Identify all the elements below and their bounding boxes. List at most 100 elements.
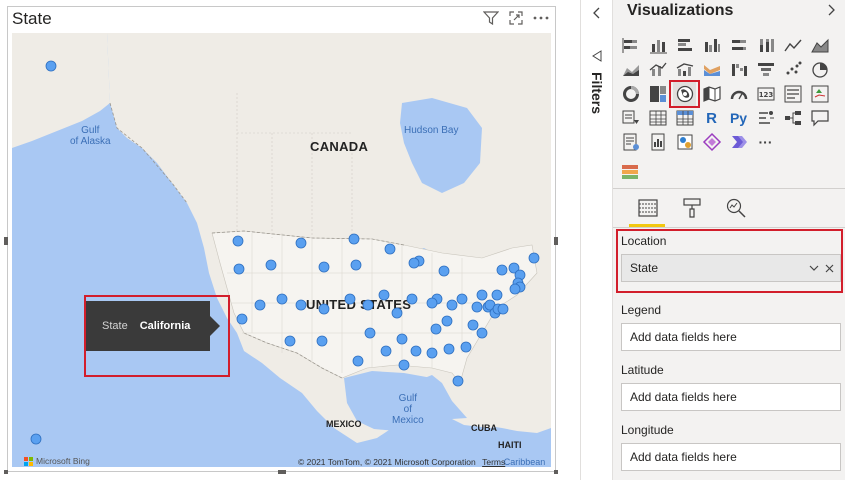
- map-point[interactable]: [348, 233, 360, 245]
- power-apps-icon[interactable]: [700, 130, 723, 154]
- map-point[interactable]: [408, 257, 420, 269]
- map-point[interactable]: [452, 375, 464, 387]
- resize-handle-right[interactable]: [554, 237, 558, 245]
- map-point[interactable]: [316, 335, 328, 347]
- pie-chart-icon[interactable]: [808, 58, 831, 82]
- multirow-card-icon[interactable]: [781, 82, 804, 106]
- map-point[interactable]: [233, 263, 245, 275]
- resize-handle-left[interactable]: [4, 237, 8, 245]
- map-point[interactable]: [45, 60, 57, 72]
- focus-mode-icon[interactable]: [509, 11, 523, 25]
- map-point[interactable]: [406, 293, 418, 305]
- map-point[interactable]: [476, 289, 488, 301]
- card-icon[interactable]: 123: [754, 82, 777, 106]
- legend-field[interactable]: Add data fields here: [621, 323, 841, 351]
- map-point[interactable]: [446, 299, 458, 311]
- donut-icon[interactable]: [619, 82, 642, 106]
- funnel-icon[interactable]: [754, 58, 777, 82]
- map-point[interactable]: [236, 313, 248, 325]
- gauge-icon[interactable]: [727, 82, 750, 106]
- treemap-icon[interactable]: [646, 82, 669, 106]
- map-point[interactable]: [441, 315, 453, 327]
- map-point[interactable]: [443, 343, 455, 355]
- map-point[interactable]: [364, 327, 376, 339]
- map-point[interactable]: [476, 327, 488, 339]
- tab-fields[interactable]: [635, 196, 661, 220]
- power-automate-icon[interactable]: [727, 130, 750, 154]
- map-point[interactable]: [295, 299, 307, 311]
- terms-link[interactable]: Terms: [482, 457, 505, 467]
- map-point[interactable]: [471, 301, 483, 313]
- map-point[interactable]: [396, 333, 408, 345]
- map-point[interactable]: [265, 259, 277, 271]
- map-point[interactable]: [276, 293, 288, 305]
- slicer-icon[interactable]: [619, 106, 642, 130]
- map-point[interactable]: [254, 299, 266, 311]
- area-chart-icon[interactable]: [808, 34, 831, 58]
- smart-narrative-icon[interactable]: [619, 130, 642, 154]
- map-canvas[interactable]: Gulf of Alaska Hudson Bay CANADA UNITED …: [12, 33, 551, 467]
- arcgis-icon[interactable]: [673, 130, 696, 154]
- collapse-chevron-icon[interactable]: [592, 6, 602, 20]
- python-visual-icon[interactable]: Py: [727, 106, 750, 130]
- map-point[interactable]: [295, 237, 307, 249]
- line-clustered-icon[interactable]: [673, 58, 696, 82]
- more-icon[interactable]: ···: [754, 130, 777, 154]
- map-point[interactable]: [380, 345, 392, 357]
- line-chart-icon[interactable]: [781, 34, 804, 58]
- map-point[interactable]: [491, 289, 503, 301]
- ribbon-chart-icon[interactable]: [700, 58, 723, 82]
- clustered-bar-icon[interactable]: [673, 34, 696, 58]
- map-point[interactable]: [318, 303, 330, 315]
- map-point[interactable]: [30, 433, 42, 445]
- clustered-column-icon[interactable]: [700, 34, 723, 58]
- stacked-bar-icon[interactable]: [619, 34, 642, 58]
- map-point[interactable]: [430, 323, 442, 335]
- kpi-icon[interactable]: [808, 82, 831, 106]
- more-options-icon[interactable]: [533, 16, 549, 20]
- map-point[interactable]: [344, 293, 356, 305]
- filters-label[interactable]: Filters: [589, 72, 605, 114]
- qa-icon[interactable]: [808, 106, 831, 130]
- map-point[interactable]: [496, 264, 508, 276]
- map-point[interactable]: [362, 299, 374, 311]
- key-influencers-icon[interactable]: [754, 106, 777, 130]
- map-point[interactable]: [426, 347, 438, 359]
- map-point[interactable]: [384, 243, 396, 255]
- expand-chevron-icon[interactable]: [827, 4, 835, 16]
- collapse-filters-icon[interactable]: [592, 50, 602, 62]
- resize-handle-bottom[interactable]: [278, 470, 286, 474]
- map-point[interactable]: [350, 259, 362, 271]
- line-column-icon[interactable]: [646, 58, 669, 82]
- map-point[interactable]: [232, 235, 244, 247]
- map-point[interactable]: [497, 303, 509, 315]
- map-point[interactable]: [467, 319, 479, 331]
- filled-map-icon[interactable]: [700, 82, 723, 106]
- resize-handle-bottom-right[interactable]: [554, 470, 558, 474]
- map-point[interactable]: [426, 297, 438, 309]
- latitude-field[interactable]: Add data fields here: [621, 383, 841, 411]
- map-point[interactable]: [460, 341, 472, 353]
- waterfall-icon[interactable]: [727, 58, 750, 82]
- resize-handle-bottom-left[interactable]: [4, 470, 8, 474]
- map-point[interactable]: [378, 289, 390, 301]
- 100-column-icon[interactable]: [754, 34, 777, 58]
- tab-analytics[interactable]: [723, 196, 749, 220]
- longitude-field[interactable]: Add data fields here: [621, 443, 841, 471]
- map-point[interactable]: [528, 252, 540, 264]
- table-icon[interactable]: [646, 106, 669, 130]
- scatter-icon[interactable]: [781, 58, 804, 82]
- filters-pane[interactable]: Filters: [580, 0, 612, 480]
- map-point[interactable]: [509, 283, 521, 295]
- r-visual-icon[interactable]: R: [700, 106, 723, 130]
- map-point[interactable]: [284, 335, 296, 347]
- map-point[interactable]: [352, 355, 364, 367]
- matrix-icon[interactable]: [673, 106, 696, 130]
- 100-bar-icon[interactable]: [727, 34, 750, 58]
- custom-visual-icon[interactable]: [621, 163, 639, 186]
- stacked-area-icon[interactable]: [619, 58, 642, 82]
- map-visual[interactable]: State Gulf of Alaska Hudson Bay CANADA U…: [7, 6, 556, 472]
- map-point[interactable]: [391, 307, 403, 319]
- stacked-column-icon[interactable]: [646, 34, 669, 58]
- filter-icon[interactable]: [483, 11, 499, 25]
